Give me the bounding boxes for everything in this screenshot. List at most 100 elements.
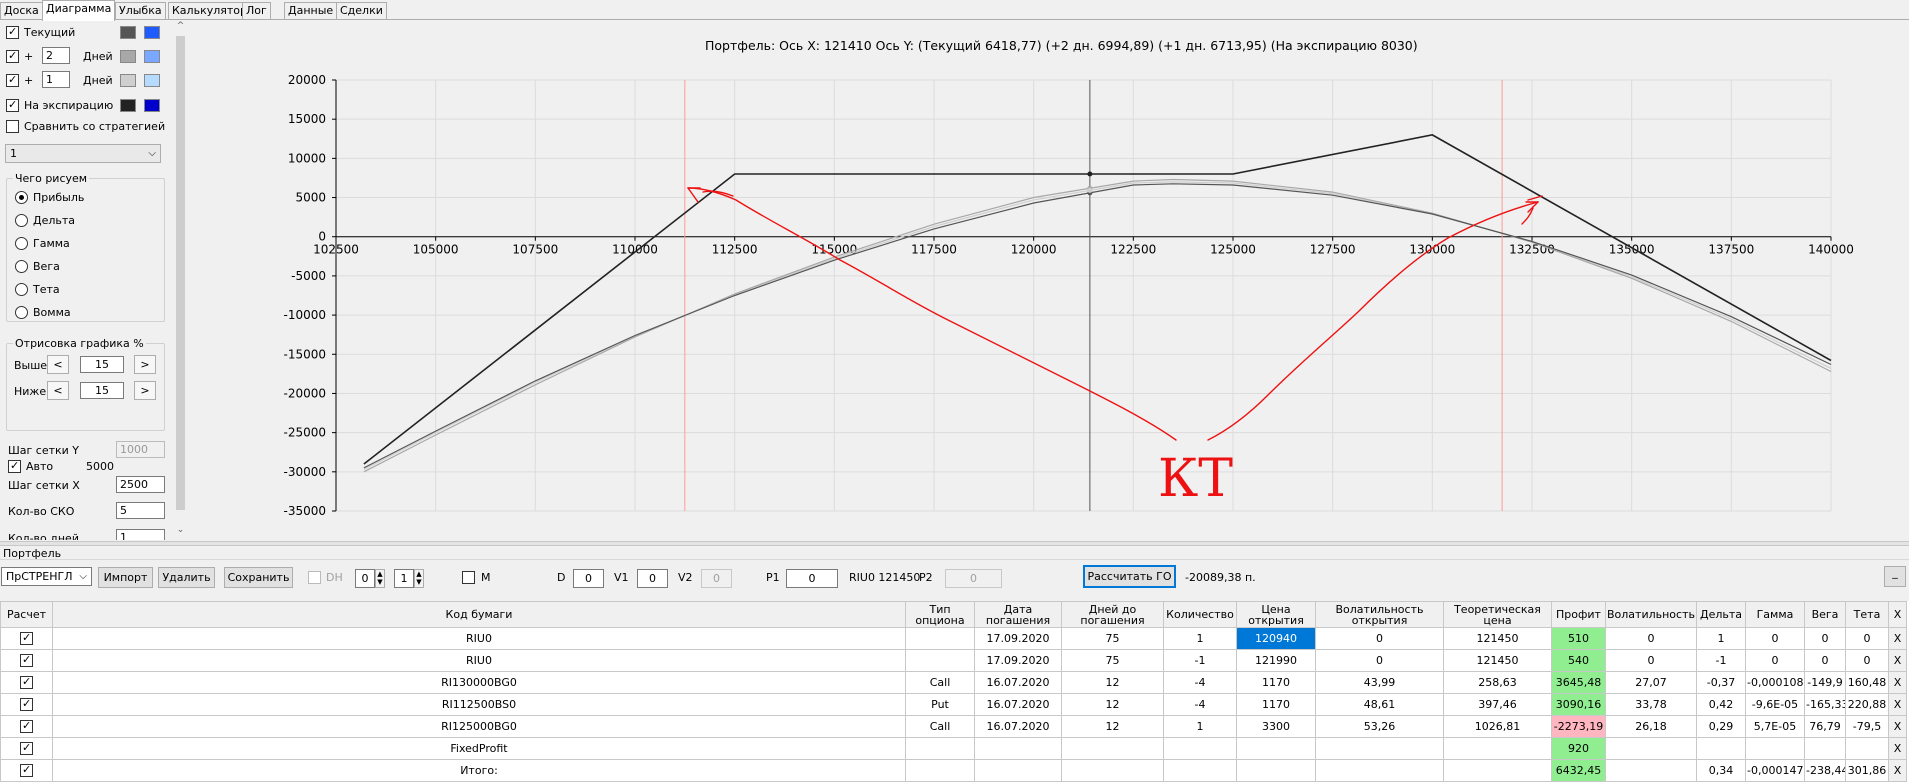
minimize-button[interactable]: _ (1884, 566, 1906, 587)
table-row[interactable]: RIU017.09.2020751120940012145051001000X (0, 627, 1907, 650)
plus1-days-input[interactable]: 1 (42, 71, 70, 88)
calc-checkbox[interactable] (20, 675, 33, 690)
col-header-volatility[interactable]: Волатильность (1605, 601, 1697, 628)
expiration-checkbox[interactable] (6, 98, 19, 112)
d-input[interactable]: 0 (573, 569, 604, 588)
tab-calculator[interactable]: Калькулятор (168, 2, 251, 20)
scrollbar-thumb[interactable] (176, 36, 185, 510)
calc-go-button[interactable]: Рассчитать ГО (1083, 565, 1176, 588)
cell-calc[interactable] (0, 671, 53, 694)
col-header-option-type[interactable]: Тип опциона (905, 601, 975, 628)
tab-deals[interactable]: Сделки (336, 2, 387, 20)
col-header-open-volatility[interactable]: Волатильность открытия (1315, 601, 1444, 628)
auto-checkbox[interactable] (8, 459, 21, 473)
strategy-select[interactable]: 1 ⌵ (5, 144, 161, 163)
cell-calc[interactable] (0, 737, 53, 760)
p2-input[interactable]: 0 (945, 569, 1002, 588)
table-row[interactable]: Итого: 6432,45 0,34-0,000147-238,44301,86X (0, 759, 1907, 782)
dh-spinner-1[interactable]: ▲ ▼ (375, 569, 385, 588)
delete-row-button[interactable]: X (1888, 737, 1907, 760)
below-decrease-button[interactable]: < (47, 381, 69, 400)
above-increase-button[interactable]: > (134, 355, 156, 374)
plus2-checkbox[interactable] (6, 49, 19, 63)
cell-calc[interactable] (0, 627, 53, 650)
delete-row-button[interactable]: X (1888, 693, 1907, 716)
radio-delta[interactable] (15, 214, 28, 227)
scroll-down-icon[interactable]: ⌄ (174, 525, 187, 535)
current-checkbox[interactable] (6, 25, 19, 39)
col-header-calc[interactable]: Расчет (0, 601, 53, 628)
plus1-color-1[interactable] (120, 74, 136, 87)
portfolio-select[interactable]: ПрСТРЕНГЛ ⌵ (1, 567, 92, 586)
below-increase-button[interactable]: > (134, 381, 156, 400)
radio-vomma[interactable] (15, 306, 28, 319)
cell-calc[interactable] (0, 759, 53, 782)
v2-input[interactable]: 0 (701, 569, 732, 588)
col-header-code[interactable]: Код бумаги (52, 601, 906, 628)
scroll-up-icon[interactable]: ^ (174, 21, 187, 31)
current-color-1[interactable] (120, 26, 136, 39)
radio-theta[interactable] (15, 283, 28, 296)
calc-checkbox[interactable] (20, 631, 33, 646)
cell-calc[interactable] (0, 693, 53, 716)
grid-y-input[interactable]: 1000 (116, 441, 165, 458)
delete-row-button[interactable]: X (1888, 649, 1907, 672)
col-header-expiry-date[interactable]: Дата погашения (974, 601, 1062, 628)
tab-data[interactable]: Данные (284, 2, 338, 20)
save-button[interactable]: Сохранить (224, 567, 293, 588)
radio-gamma[interactable] (15, 237, 28, 250)
cell-calc[interactable] (0, 715, 53, 738)
col-header-theoretical-price[interactable]: Теоретическая цена (1443, 601, 1552, 628)
compare-checkbox[interactable] (6, 120, 19, 133)
calc-checkbox[interactable] (20, 653, 33, 668)
delete-row-button[interactable]: X (1888, 715, 1907, 738)
grid-x-input[interactable]: 2500 (116, 476, 165, 493)
tab-diagram[interactable]: Диаграмма (42, 0, 116, 21)
tab-board[interactable]: Доска (0, 2, 43, 20)
delete-button[interactable]: Удалить (158, 567, 215, 588)
below-input[interactable]: 15 (80, 382, 124, 399)
dh-checkbox[interactable] (308, 571, 321, 584)
col-header-profit[interactable]: Профит (1551, 601, 1606, 628)
m-checkbox[interactable] (462, 571, 475, 584)
dh-spinner-2[interactable]: ▲ ▼ (414, 569, 424, 588)
plus2-days-input[interactable]: 2 (42, 47, 70, 64)
tab-log[interactable]: Лог (242, 2, 271, 20)
col-header-open-price[interactable]: Цена открытия (1236, 601, 1316, 628)
col-header-theta[interactable]: Тета (1845, 601, 1889, 628)
import-button[interactable]: Импорт (98, 567, 153, 588)
days-count-input[interactable]: 1 (116, 529, 165, 540)
plus2-color-1[interactable] (120, 50, 136, 63)
dh-input-2[interactable]: 1 (394, 569, 414, 588)
dh-input-1[interactable]: 0 (355, 569, 375, 588)
table-row[interactable]: RIU017.09.202075-112199001214505400-1000… (0, 649, 1907, 672)
expiration-color-1[interactable] (120, 99, 136, 112)
p1-input[interactable]: 0 (786, 569, 838, 588)
tab-smile[interactable]: Улыбка (115, 2, 166, 20)
plus1-checkbox[interactable] (6, 73, 19, 87)
col-header-delta[interactable]: Дельта (1696, 601, 1746, 628)
col-header-days-to-expiry[interactable]: Дней до погашения (1061, 601, 1164, 628)
cell-calc[interactable] (0, 649, 53, 672)
radio-vega[interactable] (15, 260, 28, 273)
table-row[interactable]: RI125000BG0Call16.07.2020121330053,26102… (0, 715, 1907, 738)
above-input[interactable]: 15 (80, 356, 124, 373)
settings-scrollbar[interactable]: ^ ⌄ (174, 20, 187, 540)
plus1-color-2[interactable] (144, 74, 160, 87)
sko-input[interactable]: 5 (116, 502, 165, 519)
table-row[interactable]: RI130000BG0Call16.07.202012-4117043,9925… (0, 671, 1907, 694)
delete-row-button[interactable]: X (1888, 759, 1907, 782)
current-color-2[interactable] (144, 26, 160, 39)
plus2-color-2[interactable] (144, 50, 160, 63)
calc-checkbox[interactable] (20, 741, 33, 756)
calc-checkbox[interactable] (20, 719, 33, 734)
delete-row-button[interactable]: X (1888, 627, 1907, 650)
table-row[interactable]: FixedProfit 920 X (0, 737, 1907, 760)
expiration-color-2[interactable] (144, 99, 160, 112)
col-header-gamma[interactable]: Гамма (1745, 601, 1805, 628)
payoff-chart[interactable]: 102500 105000 107500 110000 112500 115000 1175… (188, 20, 1909, 540)
above-decrease-button[interactable]: < (47, 355, 69, 374)
radio-profit[interactable] (15, 191, 28, 204)
calc-checkbox[interactable] (20, 763, 33, 778)
table-row[interactable]: RI112500BS0Put16.07.202012-4117048,61397… (0, 693, 1907, 716)
